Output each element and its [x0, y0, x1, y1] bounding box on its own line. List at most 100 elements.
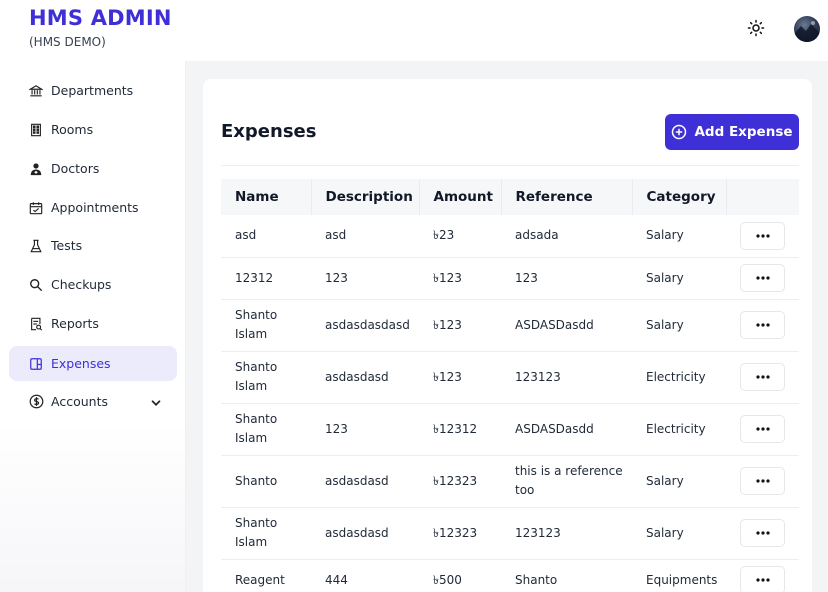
doctor-icon	[28, 161, 44, 177]
cell-description: 123	[311, 257, 419, 300]
cell-actions	[726, 403, 799, 456]
sidebar-item-label: Doctors	[51, 161, 100, 176]
app-title[interactable]: HMS ADMIN	[29, 6, 172, 30]
sidebar: Departments Rooms Doctors Appointments T…	[0, 61, 186, 592]
cell-name: asd	[221, 215, 311, 258]
cell-name: Shanto Islam	[221, 351, 311, 404]
cell-reference: this is a reference too	[501, 455, 632, 508]
table-row: asd asd ৳23 adsada Salary	[221, 215, 799, 258]
cell-actions	[726, 455, 799, 508]
table-row: 12312 123 ৳123 123 Salary	[221, 257, 799, 300]
sidebar-item-departments[interactable]: Departments	[9, 73, 177, 108]
chevron-down-icon[interactable]	[149, 395, 163, 409]
cell-amount: ৳12323	[419, 455, 501, 508]
row-actions-button[interactable]	[740, 415, 785, 443]
table-row: Shanto Islam asdasdasd ৳123 123123 Elect…	[221, 351, 799, 404]
sidebar-item-label: Appointments	[51, 200, 139, 215]
column-header-reference[interactable]: Reference	[501, 179, 633, 215]
add-expense-button[interactable]: Add Expense	[665, 114, 799, 150]
cell-amount: ৳500	[419, 559, 501, 592]
bank-icon	[28, 83, 44, 99]
dollar-circle-icon	[28, 394, 44, 410]
cell-actions	[726, 507, 799, 560]
sidebar-item-doctors[interactable]: Doctors	[9, 151, 177, 186]
search-icon	[28, 277, 44, 293]
cell-reference: 123123	[501, 507, 632, 560]
user-avatar[interactable]	[794, 16, 820, 42]
cell-amount: ৳23	[419, 215, 501, 258]
cell-reference: ASDASDasdd	[501, 299, 632, 352]
cell-reference: Shanto	[501, 559, 632, 592]
cell-name: Shanto Islam	[221, 403, 311, 456]
row-actions-button[interactable]	[740, 264, 785, 292]
column-header-amount[interactable]: Amount	[419, 179, 502, 215]
cell-category: Salary	[632, 507, 726, 560]
plus-circle-icon	[672, 124, 687, 140]
sidebar-item-reports[interactable]: Reports	[9, 306, 177, 341]
cell-name: Shanto Islam	[221, 507, 311, 560]
sidebar-item-expenses[interactable]: Expenses	[9, 346, 177, 381]
table-row: Shanto Islam 123 ৳12312 ASDASDasdd Elect…	[221, 403, 799, 456]
flask-icon	[28, 238, 44, 254]
cell-description: 444	[311, 559, 419, 592]
cell-description: asd	[311, 215, 419, 258]
cell-reference: adsada	[501, 215, 632, 258]
sidebar-item-checkups[interactable]: Checkups	[9, 267, 177, 302]
top-bar: HMS ADMIN (HMS DEMO)	[0, 0, 828, 61]
row-actions-button[interactable]	[740, 221, 785, 250]
cell-amount: ৳12312	[419, 403, 501, 456]
sun-icon[interactable]	[745, 17, 767, 39]
expense-icon	[28, 356, 44, 372]
more-horizontal-icon	[755, 479, 770, 483]
table-row: Shanto asdasdasd ৳12323 this is a refere…	[221, 455, 799, 508]
more-horizontal-icon	[755, 427, 770, 431]
column-header-category[interactable]: Category	[632, 179, 727, 215]
row-actions-button[interactable]	[740, 363, 785, 391]
table-row: Reagent 444 ৳500 Shanto Equipments	[221, 559, 799, 592]
cell-reference: 123123	[501, 351, 632, 404]
building-icon	[28, 122, 44, 138]
sidebar-item-label: Expenses	[51, 356, 111, 371]
report-icon	[28, 316, 44, 332]
cell-name: Shanto Islam	[221, 299, 311, 352]
expenses-table: Name Description Amount Reference Catego…	[221, 179, 799, 592]
cell-description: asdasdasd	[311, 507, 419, 560]
more-horizontal-icon	[755, 375, 770, 379]
app-subtitle: (HMS DEMO)	[29, 35, 106, 49]
add-expense-label: Add Expense	[694, 124, 793, 140]
row-actions-button[interactable]	[740, 467, 785, 495]
row-actions-button[interactable]	[740, 311, 785, 339]
cell-amount: ৳123	[419, 299, 501, 352]
cell-category: Salary	[632, 257, 726, 300]
table-row: Shanto Islam asdasdasdasd ৳123 ASDASDasd…	[221, 299, 799, 352]
cell-name: Shanto	[221, 455, 311, 508]
cell-name: Reagent	[221, 559, 311, 592]
column-header-name[interactable]: Name	[221, 179, 312, 215]
sidebar-item-label: Departments	[51, 83, 134, 98]
row-actions-button[interactable]	[740, 519, 785, 547]
column-header-description[interactable]: Description	[311, 179, 420, 215]
sidebar-item-label: Tests	[51, 238, 83, 253]
cell-description: asdasdasd	[311, 455, 419, 508]
sidebar-item-label: Accounts	[51, 394, 108, 409]
row-actions-button[interactable]	[740, 566, 785, 592]
cell-actions	[726, 559, 799, 592]
cell-category: Salary	[632, 455, 726, 508]
page-title: Expenses	[221, 121, 317, 142]
sidebar-item-appointments[interactable]: Appointments	[9, 190, 177, 225]
sidebar-item-accounts[interactable]: Accounts	[9, 384, 177, 419]
more-horizontal-icon	[755, 531, 770, 535]
sidebar-item-label: Checkups	[51, 277, 112, 292]
more-horizontal-icon	[755, 276, 770, 280]
cell-category: Salary	[632, 299, 726, 352]
cell-category: Salary	[632, 215, 726, 258]
sidebar-item-tests[interactable]: Tests	[9, 228, 177, 263]
cell-amount: ৳12323	[419, 507, 501, 560]
divider	[221, 165, 799, 166]
sidebar-item-rooms[interactable]: Rooms	[9, 112, 177, 147]
cell-category: Electricity	[632, 351, 726, 404]
table-row: Shanto Islam asdasdasd ৳12323 123123 Sal…	[221, 507, 799, 560]
cell-name: 12312	[221, 257, 311, 300]
cell-amount: ৳123	[419, 351, 501, 404]
cell-description: 123	[311, 403, 419, 456]
